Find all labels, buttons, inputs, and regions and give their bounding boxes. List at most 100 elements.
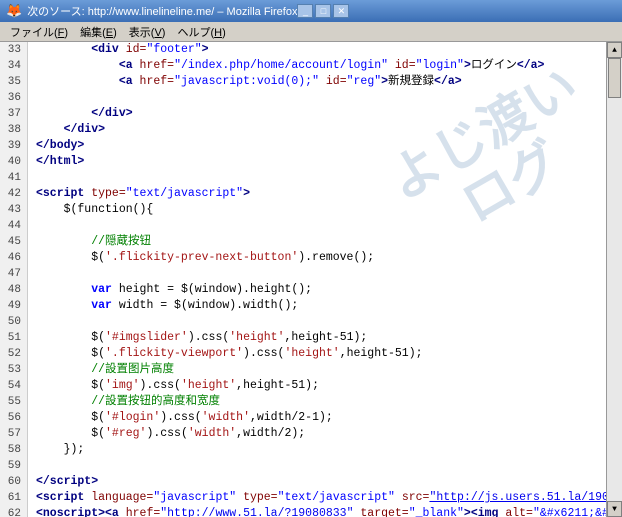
firefox-icon: 🦊 [6,3,22,19]
line-content [28,170,36,186]
line-content: </div> [28,106,133,122]
line-number: 62 [0,506,28,517]
line-content: //設置图片高度 [28,362,174,378]
line-content: <a href="/index.php/home/account/login" … [28,58,544,74]
line-content: $('#imgslider').css('height',height-51); [28,330,367,346]
table-row: 36 [0,90,606,106]
table-row: 35 <a href="javascript:void(0);" id="reg… [0,74,606,90]
table-row: 42<script type="text/javascript"> [0,186,606,202]
line-number: 35 [0,74,28,90]
line-number: 48 [0,282,28,298]
table-row: 49 var width = $(window).width(); [0,298,606,314]
table-row: 48 var height = $(window).height(); [0,282,606,298]
line-number: 58 [0,442,28,458]
line-number: 54 [0,378,28,394]
line-content [28,314,36,330]
code-area: 33 <div id="footer">34 <a href="/index.p… [0,42,622,517]
line-number: 61 [0,490,28,506]
window-controls: _ □ ✕ [297,4,349,18]
maximize-button[interactable]: □ [315,4,331,18]
table-row: 45 //隠蔵按钮 [0,234,606,250]
table-row: 53 //設置图片高度 [0,362,606,378]
table-row: 62<noscript><a href="http://www.51.la/?1… [0,506,606,517]
line-content [28,218,36,234]
line-content: <div id="footer"> [28,42,209,58]
line-number: 46 [0,250,28,266]
line-content: <a href="javascript:void(0);" id="reg">新… [28,74,462,90]
line-content [28,266,36,282]
line-number: 51 [0,330,28,346]
table-row: 38 </div> [0,122,606,138]
line-content: </body> [28,138,84,154]
line-content: $('#reg').css('width',width/2); [28,426,305,442]
table-row: 55 //設置按钮的高度和宽度 [0,394,606,410]
line-content: //隠蔵按钮 [28,234,151,250]
line-number: 33 [0,42,28,58]
line-content: $(function(){ [28,202,153,218]
window-title: 次のソース: http://www.linelineline.me/ – Moz… [27,3,297,19]
table-row: 41 [0,170,606,186]
line-content: }); [28,442,84,458]
line-content [28,90,36,106]
menu-help[interactable]: ヘルプ(H) [171,22,231,42]
line-content: </script> [28,474,98,490]
menu-file[interactable]: ファイル(F) [4,22,74,42]
table-row: 50 [0,314,606,330]
line-number: 50 [0,314,28,330]
line-number: 37 [0,106,28,122]
table-row: 37 </div> [0,106,606,122]
menu-view[interactable]: 表示(V) [123,22,172,42]
table-row: 57 $('#reg').css('width',width/2); [0,426,606,442]
scroll-down-button[interactable]: ▼ [607,501,622,517]
table-row: 39</body> [0,138,606,154]
line-content: </html> [28,154,84,170]
table-row: 43 $(function(){ [0,202,606,218]
scroll-up-button[interactable]: ▲ [607,42,622,58]
table-row: 46 $('.flickity-prev-next-button').remov… [0,250,606,266]
table-row: 34 <a href="/index.php/home/account/logi… [0,58,606,74]
minimize-button[interactable]: _ [297,4,313,18]
table-row: 47 [0,266,606,282]
line-number: 41 [0,170,28,186]
close-button[interactable]: ✕ [333,4,349,18]
line-number: 55 [0,394,28,410]
table-row: 33 <div id="footer"> [0,42,606,58]
line-content: var width = $(window).width(); [28,298,298,314]
line-number: 43 [0,202,28,218]
line-content: </div> [28,122,105,138]
line-number: 53 [0,362,28,378]
table-row: 61<script language="javascript" type="te… [0,490,606,506]
table-row: 52 $('.flickity-viewport').css('height',… [0,346,606,362]
line-number: 56 [0,410,28,426]
scroll-track[interactable] [607,58,622,501]
line-number: 60 [0,474,28,490]
line-content: $('.flickity-viewport').css('height',hei… [28,346,423,362]
line-number: 34 [0,58,28,74]
line-content: <script type="text/javascript"> [28,186,250,202]
table-row: 44 [0,218,606,234]
scrollbar[interactable]: ▲ ▼ [606,42,622,517]
menu-edit[interactable]: 編集(E) [74,22,123,42]
code-content: 33 <div id="footer">34 <a href="/index.p… [0,42,606,517]
line-number: 47 [0,266,28,282]
table-row: 54 $('img').css('height',height-51); [0,378,606,394]
table-row: 60</script> [0,474,606,490]
table-row: 40</html> [0,154,606,170]
line-number: 39 [0,138,28,154]
line-number: 52 [0,346,28,362]
line-number: 36 [0,90,28,106]
table-row: 56 $('#login').css('width',width/2-1); [0,410,606,426]
line-content: $('.flickity-prev-next-button').remove()… [28,250,374,266]
table-row: 51 $('#imgslider').css('height',height-5… [0,330,606,346]
menu-bar: ファイル(F) 編集(E) 表示(V) ヘルプ(H) [0,22,622,42]
line-number: 44 [0,218,28,234]
line-content: $('img').css('height',height-51); [28,378,319,394]
line-content [28,458,36,474]
title-bar: 🦊 次のソース: http://www.linelineline.me/ – M… [0,0,622,22]
line-content: var height = $(window).height(); [28,282,312,298]
line-number: 57 [0,426,28,442]
line-number: 49 [0,298,28,314]
table-row: 58 }); [0,442,606,458]
line-content: //設置按钮的高度和宽度 [28,394,220,410]
scroll-thumb[interactable] [608,58,621,98]
